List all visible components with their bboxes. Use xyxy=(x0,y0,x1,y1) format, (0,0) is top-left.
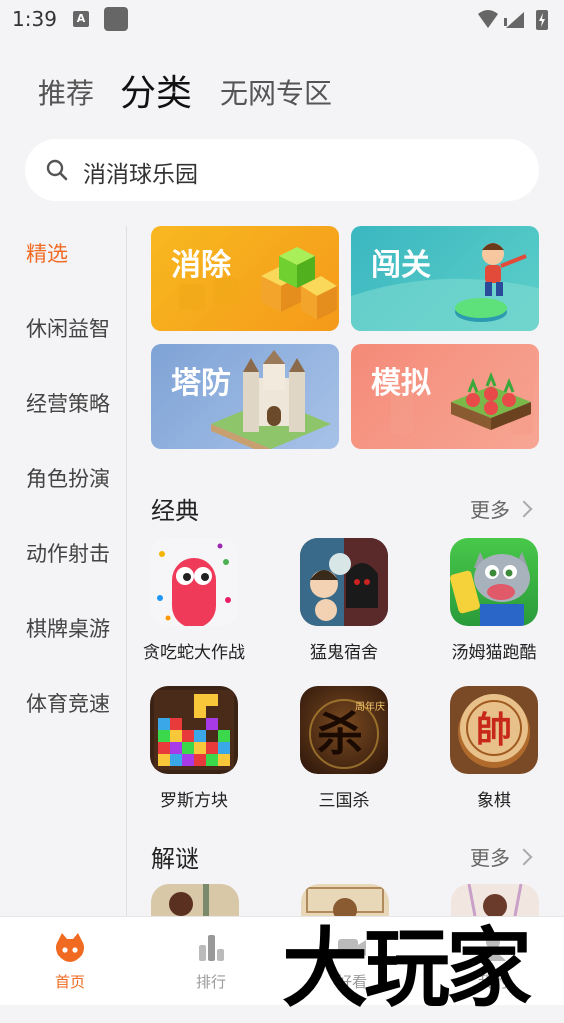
anniversary-badge: 周年庆 xyxy=(355,700,385,713)
bottom-nav-label: 首页 xyxy=(54,973,85,991)
game-icon-ghost-dorm xyxy=(300,538,388,626)
game-icon-puzzle-1[interactable] xyxy=(151,884,239,916)
watermark: 大玩家 xyxy=(282,919,532,1019)
ghost-dorm-art xyxy=(300,538,388,626)
tile-label: 塔防 xyxy=(171,366,231,401)
game-card-tom-run[interactable]: 汤姆猫跑酷 xyxy=(439,538,549,663)
section-title-puzzle: 解谜 xyxy=(151,845,199,873)
sanguo-char: 杀 xyxy=(317,707,363,761)
bottom-nav-ranking[interactable]: 排行 xyxy=(171,931,251,992)
section-title-classic: 经典 xyxy=(151,497,199,525)
game-card-three-kingdoms[interactable]: 杀 周年庆 三国杀 xyxy=(289,686,399,811)
sidebar-item-strategy[interactable]: 经营策略 xyxy=(26,388,110,418)
ranking-icon xyxy=(199,935,224,961)
notification-app-icon xyxy=(104,7,128,31)
category-sidebar: 精选 休闲益智 经营策略 角色扮演 动作射击 棋牌桌游 体育竞速 xyxy=(0,226,127,916)
bottom-nav-home[interactable]: 首页 xyxy=(30,931,110,992)
more-link-classic[interactable]: 更多 xyxy=(470,494,533,523)
more-link-puzzle[interactable]: 更多 xyxy=(470,842,533,871)
status-bar: 1:39 A xyxy=(0,0,564,40)
bottom-nav-label: 排行 xyxy=(195,973,226,991)
tile-label: 闯关 xyxy=(371,248,431,283)
game-card-chinese-chess[interactable]: 帥 象棋 xyxy=(439,686,549,811)
block-puzzle-art xyxy=(154,690,234,770)
tile-label: 消除 xyxy=(171,248,231,283)
system-status-icons xyxy=(478,10,548,30)
game-name: 汤姆猫跑酷 xyxy=(451,643,537,663)
chevron-right-icon xyxy=(515,500,533,518)
game-name: 罗斯方块 xyxy=(160,791,228,811)
home-icon xyxy=(56,933,84,962)
tile-level[interactable]: 闯关 xyxy=(351,226,539,331)
more-label: 更多 xyxy=(470,498,510,522)
game-name: 贪吃蛇大作战 xyxy=(143,643,245,663)
tile-simulation[interactable]: 模拟 xyxy=(351,344,539,449)
search-bar[interactable]: 消消球乐园 xyxy=(25,139,539,201)
sidebar-item-board-card[interactable]: 棋牌桌游 xyxy=(26,613,110,643)
chevron-right-icon xyxy=(515,848,533,866)
game-name: 猛鬼宿舍 xyxy=(310,643,378,663)
game-name: 三国杀 xyxy=(318,791,370,811)
search-icon xyxy=(46,159,68,181)
snake-art xyxy=(157,543,231,626)
game-icon-tom-run xyxy=(450,538,538,626)
more-label: 更多 xyxy=(470,846,510,870)
sidebar-item-role-play[interactable]: 角色扮演 xyxy=(26,463,110,493)
game-card-snake[interactable]: 贪吃蛇大作战 xyxy=(139,538,249,663)
chess-piece-art: 帥 xyxy=(458,694,530,768)
tab-category[interactable]: 分类 xyxy=(120,64,192,116)
tab-offline-zone[interactable]: 无网专区 xyxy=(220,72,332,112)
tile-elimination[interactable]: 消除 xyxy=(151,226,339,331)
sidebar-item-featured[interactable]: 精选 xyxy=(26,238,68,268)
sidebar-item-sports-racing[interactable]: 体育竞速 xyxy=(26,688,110,718)
notification-a-icon: A xyxy=(73,11,89,27)
tile-tower-defense[interactable]: 塔防 xyxy=(151,344,339,449)
status-time: 1:39 xyxy=(12,7,57,31)
search-input[interactable]: 消消球乐园 xyxy=(83,155,198,189)
game-name: 象棋 xyxy=(477,791,511,811)
signal-icon xyxy=(506,12,524,28)
game-icon-snake xyxy=(150,538,238,626)
chess-char: 帥 xyxy=(476,709,512,751)
sidebar-item-casual-puzzle[interactable]: 休闲益智 xyxy=(26,313,110,343)
tab-recommend[interactable]: 推荐 xyxy=(38,72,94,112)
game-card-block-puzzle[interactable]: 罗斯方块 xyxy=(139,686,249,811)
game-icon-three-kingdoms: 杀 周年庆 xyxy=(300,686,388,774)
puzzle-art-1 xyxy=(169,884,209,916)
tom-cat-art xyxy=(450,552,530,626)
game-icon-block-puzzle xyxy=(150,686,238,774)
tile-label: 模拟 xyxy=(371,366,431,401)
game-card-ghost-dorm[interactable]: 猛鬼宿舍 xyxy=(289,538,399,663)
wifi-icon xyxy=(478,10,498,28)
game-icon-chinese-chess: 帥 xyxy=(450,686,538,774)
three-kingdoms-art: 杀 周年庆 xyxy=(309,699,385,769)
sidebar-item-action-shooter[interactable]: 动作射击 xyxy=(26,538,110,568)
